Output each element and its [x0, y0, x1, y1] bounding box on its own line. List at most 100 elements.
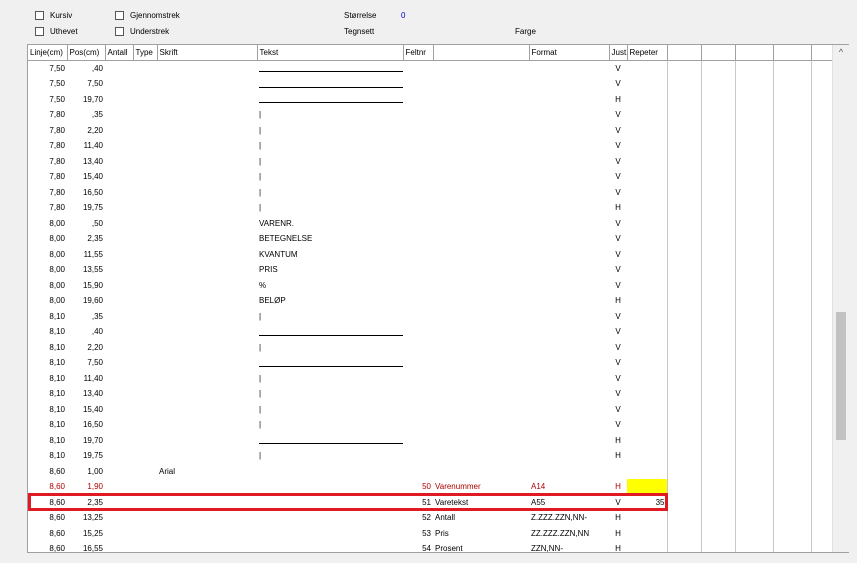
cell-empty[interactable] [667, 448, 702, 464]
cell-empty[interactable] [735, 448, 774, 464]
cell-format[interactable] [529, 386, 609, 402]
cell-repeter[interactable] [627, 308, 668, 324]
cell-empty[interactable] [667, 324, 702, 340]
cell-navn[interactable] [433, 107, 529, 123]
cell-empty[interactable] [735, 76, 774, 92]
cell-pos[interactable]: 19,60 [67, 293, 105, 309]
cell-empty[interactable] [735, 386, 774, 402]
table-row[interactable]: 8,10,40 V [28, 324, 848, 340]
cell-empty[interactable] [773, 153, 812, 169]
cell-pos[interactable]: 19,70 [67, 433, 105, 449]
cell-empty[interactable] [773, 339, 812, 355]
cell-empty[interactable] [773, 76, 812, 92]
cell-empty[interactable] [105, 185, 133, 201]
cell-repeter[interactable] [627, 339, 668, 355]
cell-navn[interactable] [433, 433, 529, 449]
cell-feltnr[interactable] [403, 324, 433, 340]
cell-empty[interactable] [773, 417, 812, 433]
cell-just[interactable]: V [609, 371, 627, 387]
cell-empty[interactable] [105, 340, 133, 356]
cell-empty[interactable] [701, 91, 736, 107]
cell-empty[interactable] [133, 247, 157, 263]
cell-linje[interactable]: 7,80 [28, 123, 67, 139]
cell-linje[interactable]: 7,80 [28, 138, 67, 154]
cell-empty[interactable] [133, 355, 157, 371]
cell-skrift[interactable] [157, 340, 257, 356]
cell-empty[interactable] [105, 76, 133, 92]
cell-navn[interactable] [433, 417, 529, 433]
cell-empty[interactable] [773, 277, 812, 293]
cell-empty[interactable] [105, 417, 133, 433]
cell-empty[interactable] [105, 216, 133, 232]
cell-pos[interactable]: 16,50 [67, 417, 105, 433]
cell-skrift[interactable] [157, 231, 257, 247]
cell-feltnr[interactable]: 54 [403, 541, 433, 552]
cell-empty[interactable] [105, 541, 133, 552]
cell-feltnr[interactable] [403, 138, 433, 154]
cell-just[interactable]: V [609, 138, 627, 154]
table-row[interactable]: 8,10 19,70 H [28, 432, 848, 449]
cell-linje[interactable]: 8,10 [28, 355, 67, 371]
cell-empty[interactable] [105, 107, 133, 123]
cell-skrift[interactable] [157, 386, 257, 402]
cell-empty[interactable] [773, 169, 812, 185]
cell-linje[interactable]: 8,10 [28, 417, 67, 433]
cell-feltnr[interactable]: 53 [403, 526, 433, 542]
cell-just[interactable]: V [609, 123, 627, 139]
table-row[interactable]: 7,50 7,50 V [28, 76, 848, 92]
cell-skrift[interactable] [157, 247, 257, 263]
cell-empty[interactable] [701, 370, 736, 386]
cell-repeter[interactable] [627, 122, 668, 138]
cell-pos[interactable]: 19,75 [67, 448, 105, 464]
cell-navn[interactable]: Antall [433, 510, 529, 526]
cell-navn[interactable] [433, 76, 529, 92]
cell-tekst[interactable]: | [257, 169, 403, 185]
cell-just[interactable]: V [609, 216, 627, 232]
cell-empty[interactable] [773, 246, 812, 262]
cell-tekst[interactable]: | [257, 371, 403, 387]
cell-just[interactable]: V [609, 309, 627, 325]
cell-skrift[interactable] [157, 402, 257, 418]
cell-empty[interactable] [735, 494, 774, 510]
cell-empty[interactable] [701, 200, 736, 216]
cell-navn[interactable] [433, 185, 529, 201]
cell-skrift[interactable] [157, 448, 257, 464]
cell-pos[interactable]: 15,90 [67, 278, 105, 294]
table-row[interactable]: 7,50 19,70 H [28, 91, 848, 108]
cell-navn[interactable] [433, 324, 529, 340]
cell-empty[interactable] [133, 541, 157, 552]
cell-empty[interactable] [105, 154, 133, 170]
cell-tekst[interactable]: % [257, 278, 403, 294]
cell-empty[interactable] [133, 386, 157, 402]
cell-skrift[interactable] [157, 200, 257, 216]
cell-empty[interactable] [701, 463, 736, 479]
cell-empty[interactable] [667, 76, 702, 92]
cell-repeter[interactable] [627, 324, 668, 340]
cell-feltnr[interactable] [403, 231, 433, 247]
cell-format[interactable] [529, 402, 609, 418]
cell-empty[interactable] [701, 107, 736, 123]
cell-empty[interactable] [773, 293, 812, 309]
cell-empty[interactable] [735, 479, 774, 495]
cell-format[interactable] [529, 154, 609, 170]
cell-empty[interactable] [667, 401, 702, 417]
cell-empty[interactable] [735, 200, 774, 216]
cell-empty[interactable] [667, 355, 702, 371]
cell-repeter[interactable] [627, 215, 668, 231]
cell-pos[interactable]: 16,55 [67, 541, 105, 552]
cell-linje[interactable]: 8,00 [28, 216, 67, 232]
cell-linje[interactable]: 8,00 [28, 247, 67, 263]
cell-tekst[interactable]: BETEGNELSE [257, 231, 403, 247]
cell-empty[interactable] [735, 463, 774, 479]
cell-navn[interactable] [433, 200, 529, 216]
cell-repeter[interactable] [627, 386, 668, 402]
cell-tekst[interactable] [257, 92, 403, 108]
cell-skrift[interactable] [157, 417, 257, 433]
cell-linje[interactable]: 7,80 [28, 200, 67, 216]
cell-pos[interactable]: 13,40 [67, 386, 105, 402]
cell-empty[interactable] [701, 60, 736, 76]
cell-tekst[interactable] [257, 76, 403, 92]
cell-pos[interactable]: 13,55 [67, 262, 105, 278]
cell-feltnr[interactable] [403, 61, 433, 77]
cell-just[interactable]: V [609, 185, 627, 201]
